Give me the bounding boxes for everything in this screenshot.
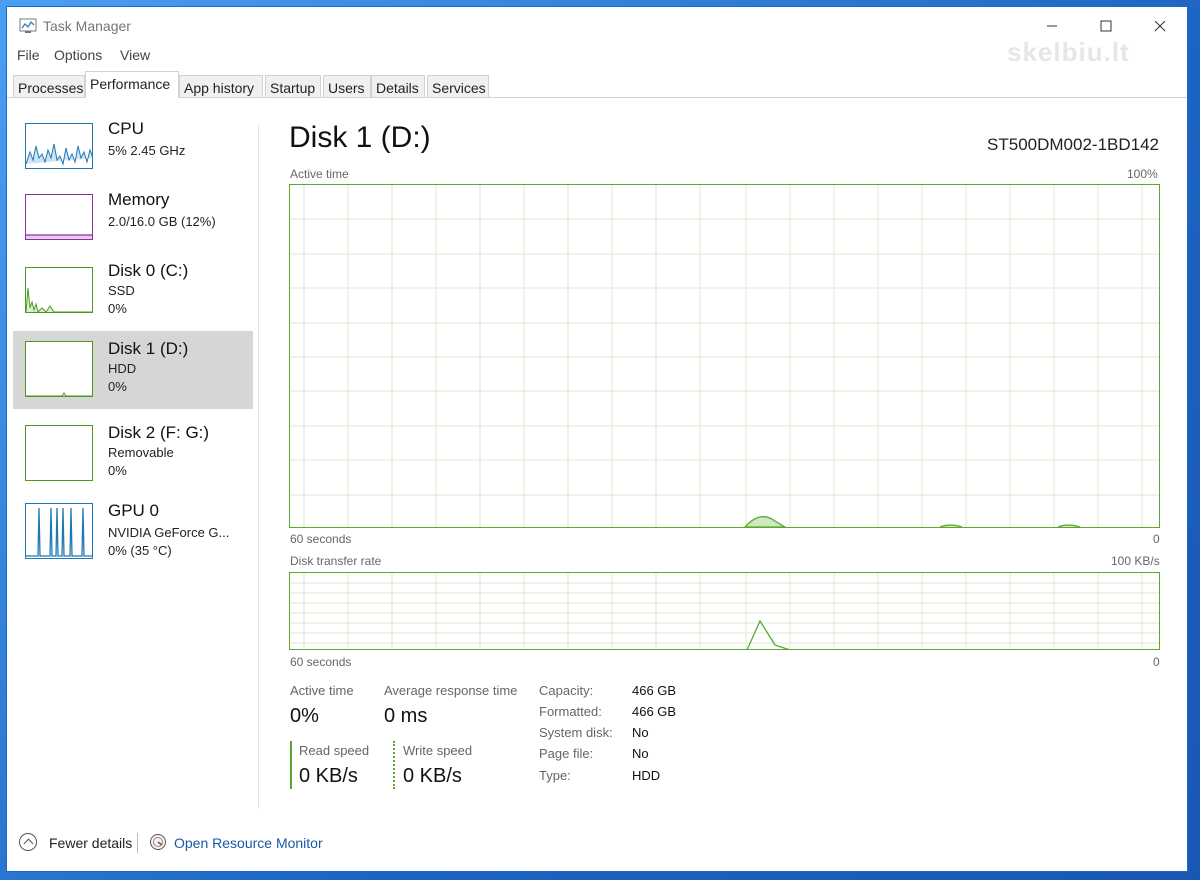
sidebar-title: Disk 0 (C:) bbox=[108, 261, 189, 280]
sidebar-title: Disk 2 (F: G:) bbox=[108, 423, 210, 442]
active-time-graph-svg bbox=[290, 185, 1159, 527]
active-time-graph-label: Active time bbox=[290, 167, 349, 181]
active-time-label: Active time bbox=[290, 683, 354, 698]
sidebar-detail: HDD bbox=[108, 361, 137, 376]
sidebar-detail: SSD bbox=[108, 283, 135, 298]
active-time-x-left: 60 seconds bbox=[290, 532, 352, 546]
sidebar-item-memory[interactable]: Memory 2.0/16.0 GB (12%) bbox=[13, 186, 253, 262]
sidebar-item-gpu-0[interactable]: GPU 0 NVIDIA GeForce G... 0% (35 °C) bbox=[13, 495, 253, 571]
sidebar-usage: 0% bbox=[108, 463, 127, 478]
resource-sidebar: CPU 5% 2.45 GHz Memory 2.0/16.0 GB (12%)… bbox=[13, 115, 253, 815]
footer-separator bbox=[137, 833, 138, 853]
system-disk-value: No bbox=[632, 725, 649, 740]
sidebar-usage: 0% (35 °C) bbox=[108, 543, 172, 558]
transfer-graph-label: Disk transfer rate bbox=[290, 554, 382, 568]
transfer-graph-max: 100 KB/s bbox=[1111, 554, 1160, 568]
disk-model: ST500DM002-1BD142 bbox=[987, 135, 1159, 154]
gpu-thumbnail-graph bbox=[25, 503, 93, 559]
write-speed-value: 0 KB/s bbox=[403, 765, 462, 787]
close-button[interactable] bbox=[1137, 11, 1183, 41]
menu-bar: File Options View bbox=[7, 45, 1187, 67]
tab-services[interactable]: Services bbox=[427, 75, 489, 97]
formatted-value: 466 GB bbox=[632, 704, 677, 719]
sidebar-title: Disk 1 (D:) bbox=[108, 339, 189, 358]
memory-thumbnail-graph bbox=[25, 194, 93, 240]
system-disk-label: System disk: bbox=[539, 725, 613, 740]
transfer-rate-graph bbox=[289, 572, 1160, 650]
chevron-up-icon[interactable] bbox=[19, 833, 37, 851]
avg-response-value: 0 ms bbox=[384, 705, 428, 727]
active-time-value: 0% bbox=[290, 705, 319, 727]
cpu-thumbnail-graph bbox=[25, 123, 93, 169]
maximize-icon bbox=[1100, 20, 1112, 32]
resource-monitor-icon[interactable] bbox=[149, 833, 167, 851]
active-time-graph-max: 100% bbox=[1127, 167, 1158, 181]
sidebar-item-disk-1[interactable]: Disk 1 (D:) HDD 0% bbox=[13, 331, 253, 409]
menu-options[interactable]: Options bbox=[54, 47, 102, 63]
page-file-label: Page file: bbox=[539, 746, 594, 761]
write-speed-indicator bbox=[393, 741, 395, 789]
disk1-thumbnail-graph bbox=[25, 341, 93, 397]
sidebar-detail: 2.0/16.0 GB (12%) bbox=[108, 214, 216, 229]
panel-divider bbox=[258, 125, 259, 809]
task-manager-window: Task Manager skelbiu.lt File Options Vie… bbox=[6, 6, 1188, 872]
sidebar-detail: NVIDIA GeForce G... bbox=[108, 525, 230, 540]
write-speed-label: Write speed bbox=[403, 743, 473, 758]
formatted-label: Formatted: bbox=[539, 704, 602, 719]
tab-startup[interactable]: Startup bbox=[265, 75, 321, 97]
transfer-x-right: 0 bbox=[1153, 655, 1160, 669]
disk-title: Disk 1 (D:) bbox=[289, 121, 431, 154]
active-time-graph bbox=[289, 184, 1160, 528]
type-label: Type: bbox=[539, 768, 571, 783]
read-speed-label: Read speed bbox=[299, 743, 370, 758]
sidebar-item-disk-2[interactable]: Disk 2 (F: G:) Removable 0% bbox=[13, 415, 253, 491]
sidebar-detail: 5% 2.45 GHz bbox=[108, 143, 186, 158]
active-time-x-right: 0 bbox=[1153, 532, 1160, 546]
fewer-details-button[interactable]: Fewer details bbox=[49, 835, 132, 851]
disk2-thumbnail-graph bbox=[25, 425, 93, 481]
sidebar-item-cpu[interactable]: CPU 5% 2.45 GHz bbox=[13, 115, 253, 191]
task-manager-icon bbox=[19, 18, 37, 33]
sidebar-usage: 0% bbox=[108, 301, 127, 316]
tab-performance[interactable]: Performance bbox=[85, 71, 179, 98]
sidebar-item-disk-0[interactable]: Disk 0 (C:) SSD 0% bbox=[13, 257, 253, 333]
read-speed-value: 0 KB/s bbox=[299, 765, 358, 787]
minimize-icon bbox=[1047, 25, 1057, 27]
type-value: HDD bbox=[632, 768, 661, 783]
sidebar-usage: 0% bbox=[108, 379, 127, 394]
tab-app-history[interactable]: App history bbox=[179, 75, 263, 97]
sidebar-title: Memory bbox=[108, 190, 170, 209]
open-resource-monitor-link[interactable]: Open Resource Monitor bbox=[174, 835, 323, 851]
sidebar-title: CPU bbox=[108, 119, 144, 138]
avg-response-label: Average response time bbox=[384, 683, 518, 698]
menu-view[interactable]: View bbox=[120, 47, 150, 63]
footer-bar: Fewer details Open Resource Monitor bbox=[7, 827, 1187, 867]
close-icon bbox=[1154, 20, 1166, 32]
read-speed-indicator bbox=[290, 741, 292, 789]
page-file-value: No bbox=[632, 746, 649, 761]
menu-file[interactable]: File bbox=[17, 47, 40, 63]
tab-processes[interactable]: Processes bbox=[13, 75, 85, 97]
transfer-rate-graph-svg bbox=[290, 573, 1159, 649]
tab-bar: Processes Performance App history Startu… bbox=[7, 71, 1187, 98]
transfer-x-left: 60 seconds bbox=[290, 655, 352, 669]
disk0-thumbnail-graph bbox=[25, 267, 93, 313]
capacity-value: 466 GB bbox=[632, 683, 677, 698]
window-title: Task Manager bbox=[43, 18, 131, 34]
sidebar-detail: Removable bbox=[108, 445, 174, 460]
sidebar-title: GPU 0 bbox=[108, 501, 160, 520]
capacity-label: Capacity: bbox=[539, 683, 594, 698]
tab-users[interactable]: Users bbox=[323, 75, 371, 97]
tab-details[interactable]: Details bbox=[371, 75, 425, 97]
